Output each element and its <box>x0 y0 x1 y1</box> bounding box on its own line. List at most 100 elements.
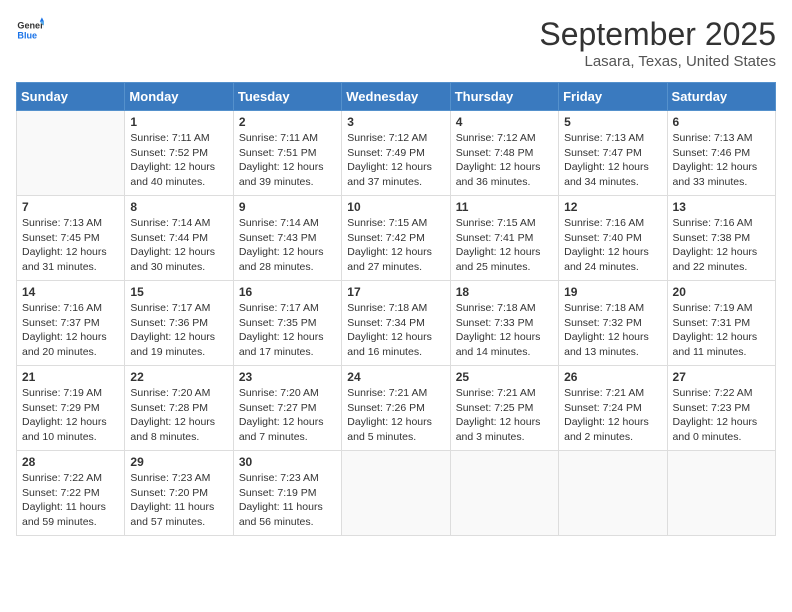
day-info: Sunrise: 7:14 AMSunset: 7:43 PMDaylight:… <box>239 216 336 275</box>
day-info: Sunrise: 7:15 AMSunset: 7:42 PMDaylight:… <box>347 216 444 275</box>
calendar-cell <box>667 451 775 536</box>
day-number: 6 <box>673 115 770 129</box>
calendar-cell: 17 Sunrise: 7:18 AMSunset: 7:34 PMDayligh… <box>342 281 450 366</box>
day-number: 16 <box>239 285 336 299</box>
day-number: 18 <box>456 285 553 299</box>
day-number: 30 <box>239 455 336 469</box>
calendar-cell: 11 Sunrise: 7:15 AMSunset: 7:41 PMDayligh… <box>450 196 558 281</box>
day-info: Sunrise: 7:16 AMSunset: 7:37 PMDaylight:… <box>22 301 119 360</box>
day-number: 1 <box>130 115 227 129</box>
title-area: September 2025 Lasara, Texas, United Sta… <box>539 16 776 70</box>
calendar-cell: 24Sunrise: 7:21 AMSunset: 7:26 PMDayligh… <box>342 366 450 451</box>
calendar-cell: 4Sunrise: 7:12 AMSunset: 7:48 PMDaylight… <box>450 111 558 196</box>
day-info: Sunrise: 7:21 AMSunset: 7:24 PMDaylight:… <box>564 386 661 445</box>
day-number: 10 <box>347 200 444 214</box>
day-number: 11 <box>456 200 553 214</box>
day-info: Sunrise: 7:20 AMSunset: 7:28 PMDaylight:… <box>130 386 227 445</box>
day-info: Sunrise: 7:18 AMSunset: 7:34 PMDaylight:… <box>347 301 444 360</box>
calendar-cell: 16 Sunrise: 7:17 AMSunset: 7:35 PMDayligh… <box>233 281 341 366</box>
weekday-header-sunday: Sunday <box>17 83 125 111</box>
day-info: Sunrise: 7:13 AMSunset: 7:45 PMDaylight:… <box>22 216 119 275</box>
calendar-cell: 28 Sunrise: 7:22 AMSunset: 7:22 PMDayligh… <box>17 451 125 536</box>
logo-icon: General Blue <box>16 16 44 44</box>
day-number: 19 <box>564 285 661 299</box>
day-info: Sunrise: 7:19 AMSunset: 7:31 PMDaylight:… <box>673 301 770 360</box>
day-info: Sunrise: 7:23 AMSunset: 7:20 PMDaylight:… <box>130 471 227 530</box>
calendar-cell: 25 Sunrise: 7:21 AMSunset: 7:25 PMDayligh… <box>450 366 558 451</box>
header: General Blue September 2025 Lasara, Texa… <box>16 16 776 70</box>
day-info: Sunrise: 7:22 AMSunset: 7:22 PMDaylight:… <box>22 471 119 530</box>
day-number: 27 <box>673 370 770 384</box>
weekday-header-tuesday: Tuesday <box>233 83 341 111</box>
day-info: Sunrise: 7:14 AMSunset: 7:44 PMDaylight:… <box>130 216 227 275</box>
day-number: 8 <box>130 200 227 214</box>
day-info: Sunrise: 7:22 AMSunset: 7:23 PMDaylight:… <box>673 386 770 445</box>
weekday-header-saturday: Saturday <box>667 83 775 111</box>
day-info: Sunrise: 7:18 AMSunset: 7:32 PMDaylight:… <box>564 301 661 360</box>
day-info: Sunrise: 7:11 AMSunset: 7:52 PMDaylight:… <box>130 131 227 190</box>
day-info: Sunrise: 7:23 AMSunset: 7:19 PMDaylight:… <box>239 471 336 530</box>
day-info: Sunrise: 7:12 AMSunset: 7:49 PMDaylight:… <box>347 131 444 190</box>
day-number: 21 <box>22 370 119 384</box>
day-number: 17 <box>347 285 444 299</box>
day-info: Sunrise: 7:21 AMSunset: 7:25 PMDaylight:… <box>456 386 553 445</box>
calendar-cell: 20 Sunrise: 7:19 AMSunset: 7:31 PMDayligh… <box>667 281 775 366</box>
calendar-cell: 3 Sunrise: 7:12 AMSunset: 7:49 PMDaylight… <box>342 111 450 196</box>
day-info: Sunrise: 7:17 AMSunset: 7:36 PMDaylight:… <box>130 301 227 360</box>
day-number: 28 <box>22 455 119 469</box>
day-number: 14 <box>22 285 119 299</box>
day-number: 4 <box>456 115 553 129</box>
weekday-header-monday: Monday <box>125 83 233 111</box>
weekday-header-friday: Friday <box>559 83 667 111</box>
calendar-cell: 8 Sunrise: 7:14 AMSunset: 7:44 PMDaylight… <box>125 196 233 281</box>
day-number: 15 <box>130 285 227 299</box>
day-number: 25 <box>456 370 553 384</box>
day-number: 29 <box>130 455 227 469</box>
week-row-3: 14 Sunrise: 7:16 AMSunset: 7:37 PMDayligh… <box>17 281 776 366</box>
calendar-cell: 6 Sunrise: 7:13 AMSunset: 7:46 PMDaylight… <box>667 111 775 196</box>
weekday-header-row: SundayMondayTuesdayWednesdayThursdayFrid… <box>17 83 776 111</box>
day-info: Sunrise: 7:11 AMSunset: 7:51 PMDaylight:… <box>239 131 336 190</box>
week-row-1: 1 Sunrise: 7:11 AMSunset: 7:52 PMDaylight… <box>17 111 776 196</box>
calendar-cell: 29 Sunrise: 7:23 AMSunset: 7:20 PMDayligh… <box>125 451 233 536</box>
week-row-5: 28 Sunrise: 7:22 AMSunset: 7:22 PMDayligh… <box>17 451 776 536</box>
calendar-cell: 14 Sunrise: 7:16 AMSunset: 7:37 PMDayligh… <box>17 281 125 366</box>
calendar-cell <box>342 451 450 536</box>
day-number: 7 <box>22 200 119 214</box>
calendar-cell: 9Sunrise: 7:14 AMSunset: 7:43 PMDaylight… <box>233 196 341 281</box>
day-number: 3 <box>347 115 444 129</box>
calendar-cell: 26 Sunrise: 7:21 AMSunset: 7:24 PMDayligh… <box>559 366 667 451</box>
calendar-cell: 1 Sunrise: 7:11 AMSunset: 7:52 PMDaylight… <box>125 111 233 196</box>
day-number: 20 <box>673 285 770 299</box>
calendar-cell: 15 Sunrise: 7:17 AMSunset: 7:36 PMDayligh… <box>125 281 233 366</box>
day-number: 5 <box>564 115 661 129</box>
day-info: Sunrise: 7:13 AMSunset: 7:47 PMDaylight:… <box>564 131 661 190</box>
calendar-cell <box>17 111 125 196</box>
weekday-header-thursday: Thursday <box>450 83 558 111</box>
day-info: Sunrise: 7:16 AMSunset: 7:38 PMDaylight:… <box>673 216 770 275</box>
day-info: Sunrise: 7:16 AMSunset: 7:40 PMDaylight:… <box>564 216 661 275</box>
calendar-cell <box>450 451 558 536</box>
day-info: Sunrise: 7:18 AMSunset: 7:33 PMDaylight:… <box>456 301 553 360</box>
day-number: 26 <box>564 370 661 384</box>
calendar-cell: 19 Sunrise: 7:18 AMSunset: 7:32 PMDayligh… <box>559 281 667 366</box>
calendar-cell: 23Sunrise: 7:20 AMSunset: 7:27 PMDayligh… <box>233 366 341 451</box>
week-row-2: 7 Sunrise: 7:13 AMSunset: 7:45 PMDaylight… <box>17 196 776 281</box>
location-title: Lasara, Texas, United States <box>539 53 776 70</box>
calendar-cell: 7 Sunrise: 7:13 AMSunset: 7:45 PMDaylight… <box>17 196 125 281</box>
day-number: 13 <box>673 200 770 214</box>
calendar-cell: 12Sunrise: 7:16 AMSunset: 7:40 PMDayligh… <box>559 196 667 281</box>
day-info: Sunrise: 7:21 AMSunset: 7:26 PMDaylight:… <box>347 386 444 445</box>
day-info: Sunrise: 7:13 AMSunset: 7:46 PMDaylight:… <box>673 131 770 190</box>
calendar-cell: 27 Sunrise: 7:22 AMSunset: 7:23 PMDayligh… <box>667 366 775 451</box>
svg-text:General: General <box>17 21 44 31</box>
calendar-cell: 5 Sunrise: 7:13 AMSunset: 7:47 PMDaylight… <box>559 111 667 196</box>
calendar-cell: 30 Sunrise: 7:23 AMSunset: 7:19 PMDayligh… <box>233 451 341 536</box>
logo: General Blue <box>16 16 44 44</box>
day-info: Sunrise: 7:17 AMSunset: 7:35 PMDaylight:… <box>239 301 336 360</box>
calendar-cell <box>559 451 667 536</box>
day-number: 23 <box>239 370 336 384</box>
day-info: Sunrise: 7:15 AMSunset: 7:41 PMDaylight:… <box>456 216 553 275</box>
calendar-cell: 18 Sunrise: 7:18 AMSunset: 7:33 PMDayligh… <box>450 281 558 366</box>
calendar: SundayMondayTuesdayWednesdayThursdayFrid… <box>16 82 776 536</box>
